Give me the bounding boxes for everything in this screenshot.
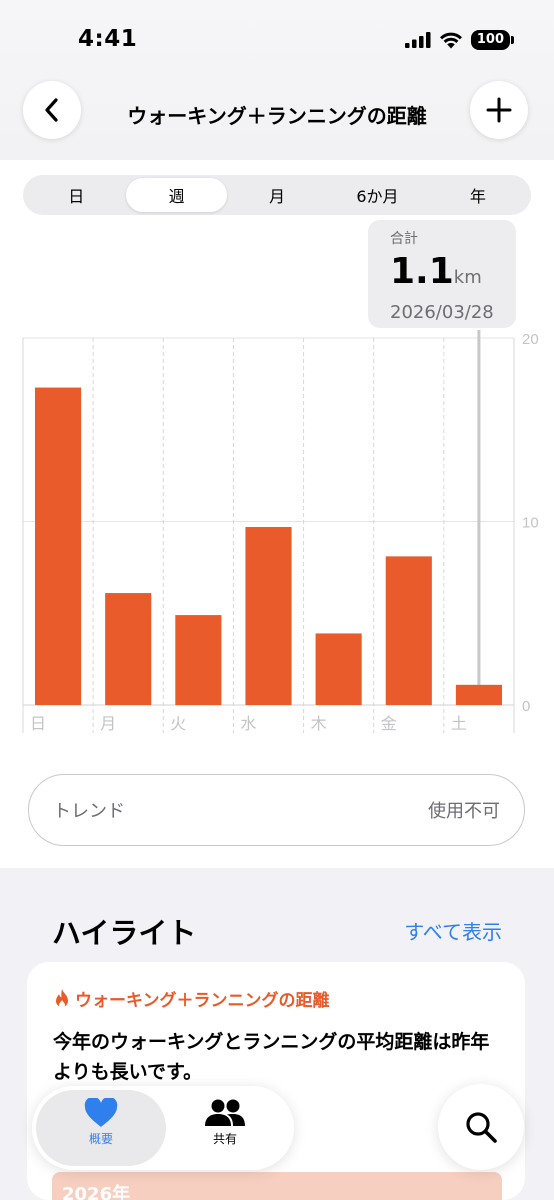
highlight-text: 今年のウォーキングとランニングの平均距離は昨年よりも長いです。	[53, 1031, 490, 1083]
bar-5	[385, 556, 432, 705]
highlight-category: ウォーキング＋ランニングの距離	[53, 986, 499, 1011]
tab-sharing[interactable]: 共有	[170, 1098, 280, 1147]
trend-value: 使用不可	[428, 801, 500, 822]
period-segmented-control: 日 週 月 6か月 年	[23, 175, 531, 215]
bar-3	[245, 527, 292, 705]
show-all-link[interactable]: すべて表示	[404, 916, 502, 945]
y-tick-label: 0	[522, 698, 530, 715]
search-icon	[466, 1112, 497, 1143]
segment-week[interactable]: 週	[126, 178, 227, 212]
chevron-left-icon	[45, 98, 58, 122]
back-button[interactable]	[23, 81, 81, 139]
x-tick-label: 火	[170, 714, 186, 733]
tab-bar: 概要 共有	[32, 1086, 294, 1170]
flame-icon	[56, 988, 68, 1008]
search-button[interactable]	[438, 1084, 524, 1170]
bar-6	[455, 684, 502, 705]
tab-summary-label: 概要	[88, 1132, 113, 1146]
bar-4	[315, 633, 362, 705]
highlight-year-label: 2026年	[52, 1172, 502, 1200]
tooltip-value-row: 1.1km	[390, 250, 516, 300]
status-icons: 100	[404, 30, 515, 50]
page-title: ウォーキング＋ランニングの距離	[127, 104, 427, 128]
tab-sharing-label: 共有	[212, 1132, 237, 1146]
segment-month[interactable]: 月	[227, 178, 327, 212]
trend-label: トレンド	[53, 801, 125, 822]
people-icon	[205, 1099, 245, 1126]
segment-year[interactable]: 年	[428, 178, 528, 212]
x-tick-label: 木	[311, 714, 327, 733]
tooltip-unit: km	[453, 267, 482, 288]
x-tick-label: 土	[451, 714, 467, 733]
tab-summary[interactable]: 概要	[46, 1098, 156, 1147]
highlight-category-label: ウォーキング＋ランニングの距離	[75, 991, 330, 1011]
selection-tooltip: 合計 1.1km 2026/03/28	[368, 220, 516, 328]
x-tick-label: 水	[240, 714, 256, 733]
y-tick-label: 10	[522, 515, 539, 532]
bar-0	[35, 387, 82, 705]
cellular-signal-icon	[404, 32, 431, 48]
heart-icon	[84, 1098, 118, 1127]
highlights-title: ハイライト	[52, 916, 197, 950]
add-button[interactable]	[470, 81, 528, 139]
x-tick-label: 月	[100, 714, 116, 733]
trend-row[interactable]: トレンド 使用不可	[28, 774, 525, 846]
x-tick-label: 金	[381, 714, 397, 733]
battery-indicator: 100	[470, 30, 515, 50]
wifi-icon	[439, 32, 462, 48]
distance-bar-chart[interactable]: 0 10 20 日 月 火 水 木 金 土	[0, 330, 554, 740]
bar-1	[105, 593, 152, 705]
tooltip-label: 合計	[390, 231, 418, 247]
x-tick-label: 日	[30, 714, 46, 733]
segment-day[interactable]: 日	[26, 178, 126, 212]
segment-six-months[interactable]: 6か月	[327, 178, 427, 212]
tooltip-date: 2026/03/28	[390, 302, 494, 323]
bar-2	[175, 615, 222, 705]
status-time: 4:41	[78, 26, 138, 52]
plus-icon	[486, 97, 512, 123]
status-bar: 4:41 100	[0, 0, 554, 80]
tooltip-value: 1.1	[390, 251, 454, 292]
y-tick-label: 20	[522, 331, 539, 348]
